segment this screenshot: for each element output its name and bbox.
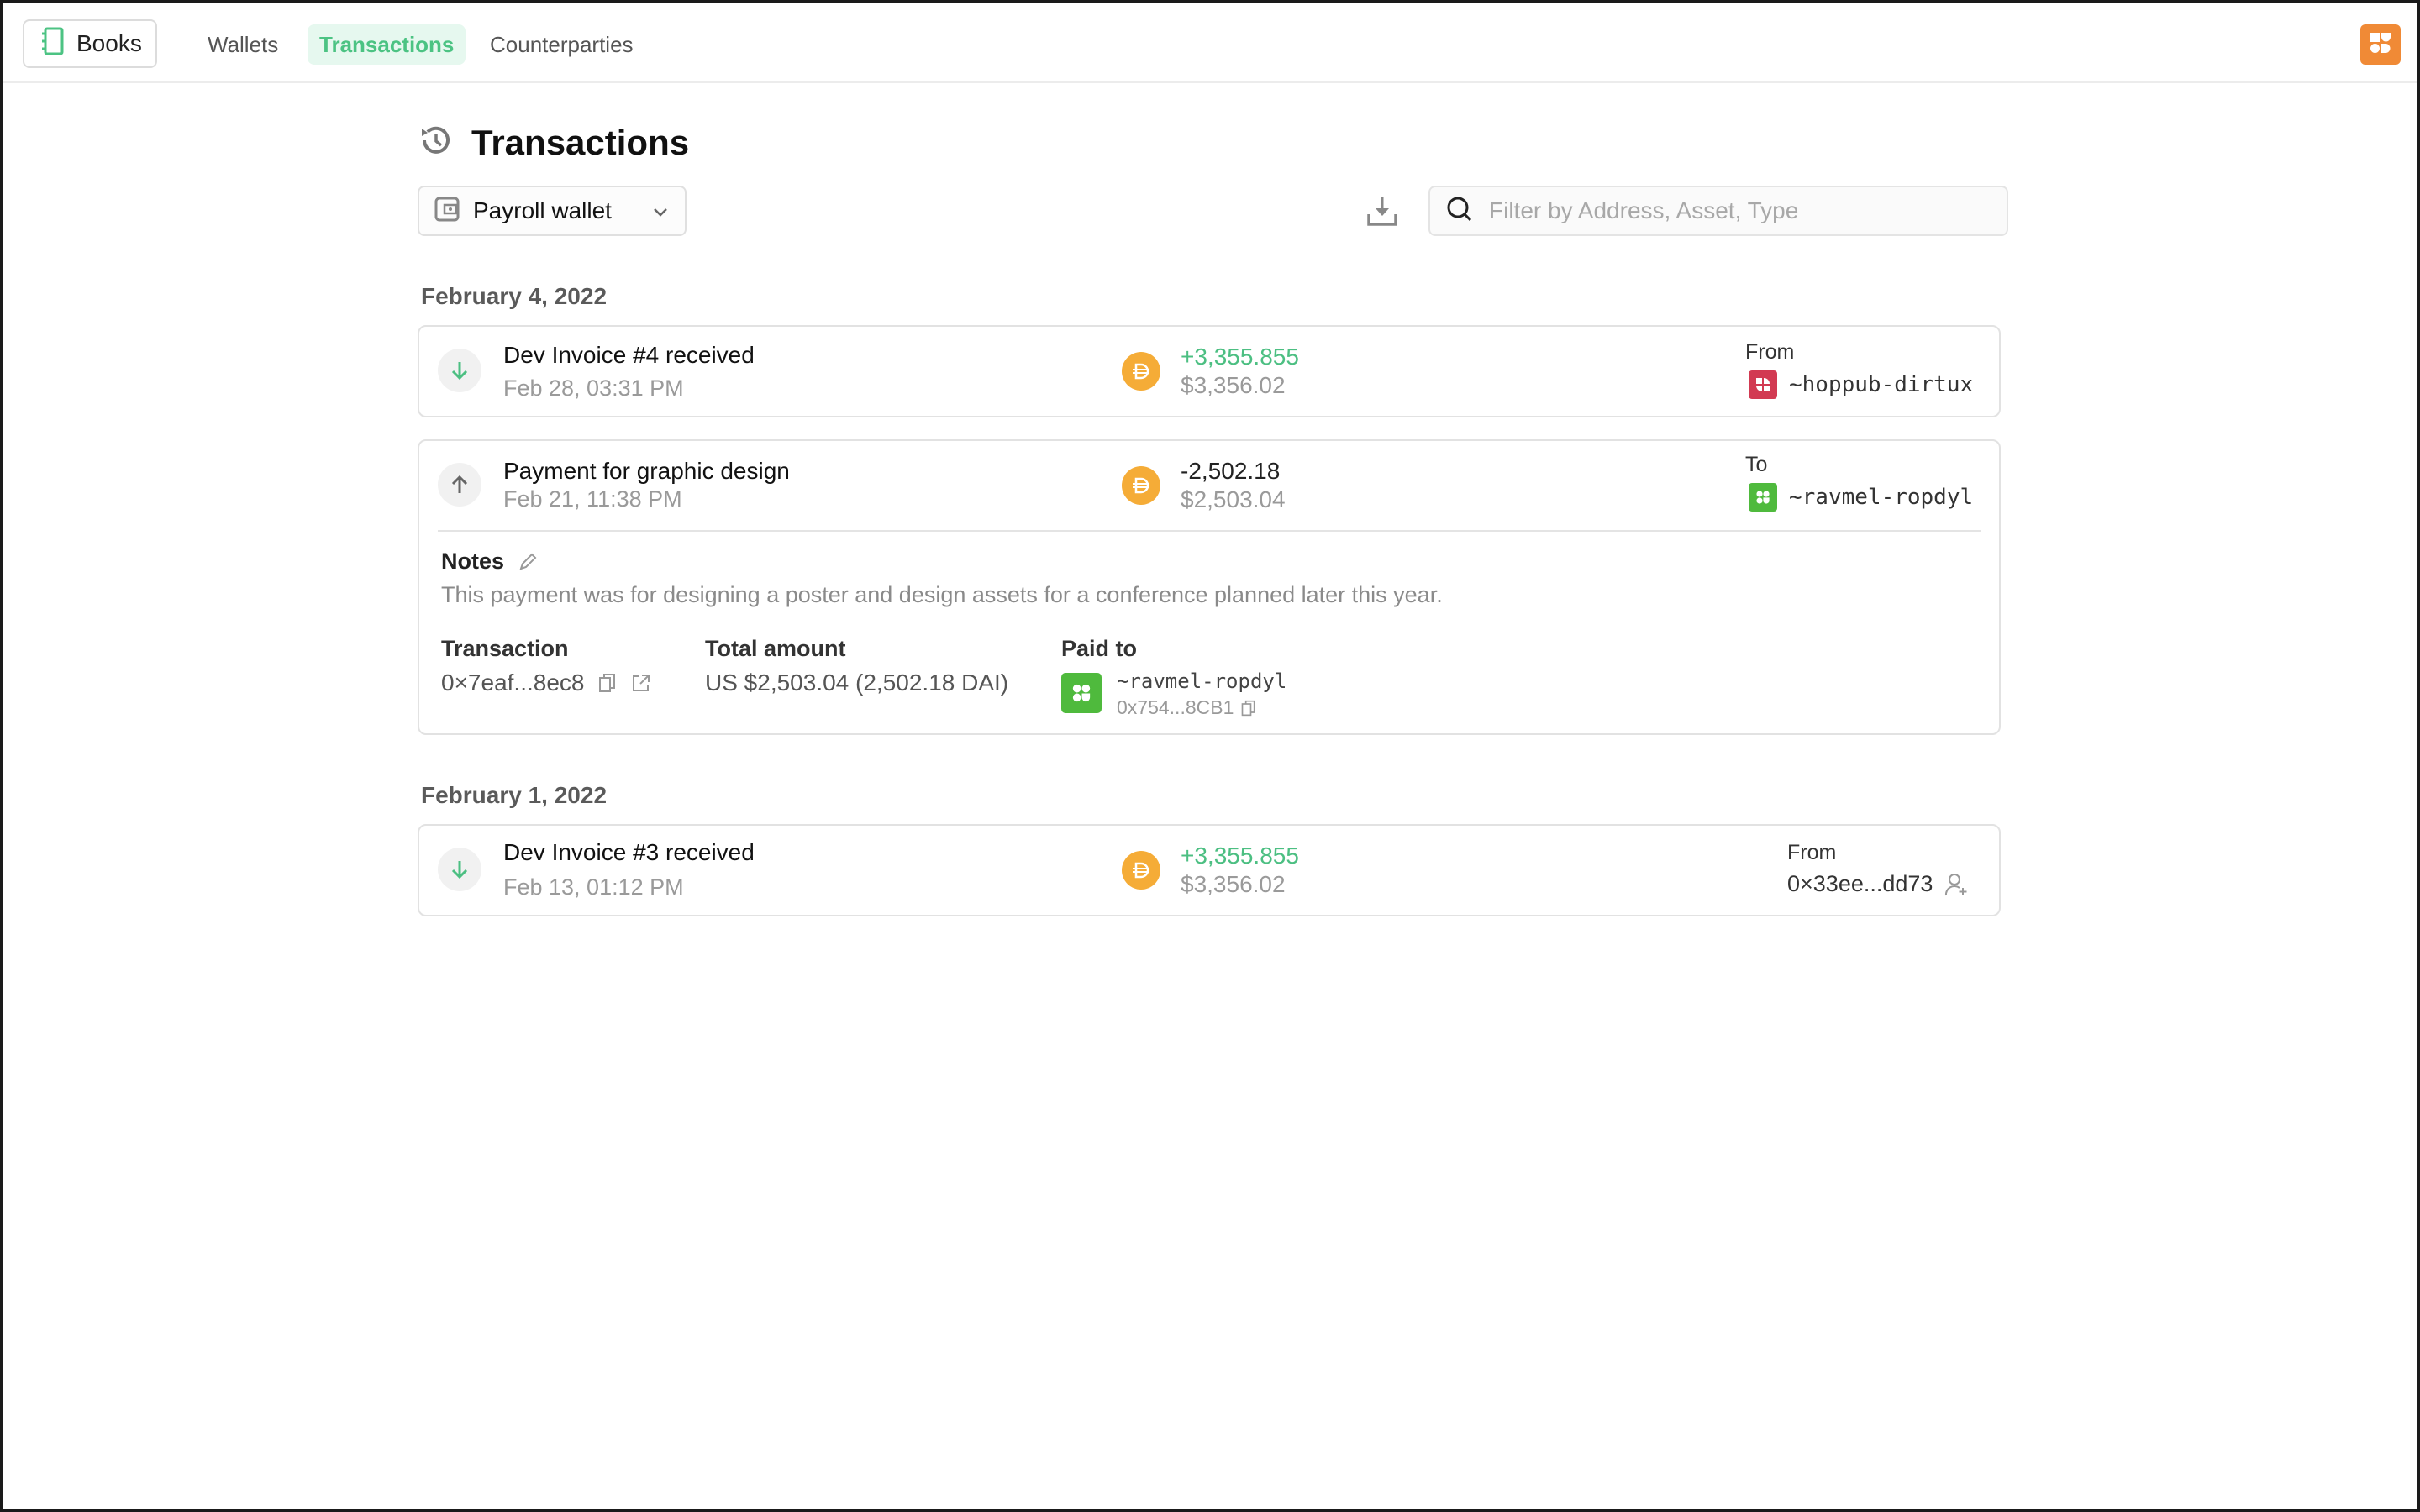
wallet-icon bbox=[434, 197, 460, 226]
pencil-icon bbox=[519, 553, 537, 570]
history-icon bbox=[418, 122, 455, 163]
counterparty-label: From bbox=[1745, 340, 1795, 364]
sigil-icon bbox=[1061, 673, 1102, 713]
counterparty-name: ~ravmel-ropdyl bbox=[1789, 485, 1974, 510]
transaction-hash-value: 0×7eaf...8ec8 bbox=[441, 669, 585, 696]
copy-icon bbox=[599, 674, 616, 692]
search-field[interactable] bbox=[1428, 186, 2008, 236]
books-label: Books bbox=[76, 30, 142, 56]
counterparty[interactable]: 0×33ee...dd73 bbox=[1787, 871, 1968, 897]
wallet-select-value: Payroll wallet bbox=[473, 197, 612, 223]
tab-transactions[interactable]: Transactions bbox=[308, 24, 466, 65]
download-button[interactable] bbox=[1365, 194, 1399, 228]
incoming-arrow-icon bbox=[438, 349, 481, 392]
copy-hash-button[interactable] bbox=[597, 672, 618, 694]
outgoing-arrow-icon bbox=[438, 463, 481, 507]
paid-to-name: ~ravmel-ropdyl bbox=[1117, 669, 1287, 693]
counterparty-label: From bbox=[1787, 841, 1837, 864]
notes-text: This payment was for designing a poster … bbox=[441, 582, 1443, 607]
transaction-date: Feb 28, 03:31 PM bbox=[503, 375, 684, 401]
chevron-down-icon bbox=[651, 202, 670, 225]
add-counterparty-button[interactable] bbox=[1944, 872, 1968, 897]
fiat-amount: $3,356.02 bbox=[1181, 372, 1286, 398]
transaction-row[interactable]: Dev Invoice #4 received Feb 28, 03:31 PM… bbox=[419, 327, 1999, 416]
counterparty[interactable]: ~ravmel-ropdyl bbox=[1749, 483, 1973, 512]
fiat-amount: $2,503.04 bbox=[1181, 486, 1286, 512]
copy-icon bbox=[1242, 700, 1255, 716]
divider bbox=[438, 530, 1981, 532]
page-header: Transactions bbox=[418, 122, 689, 163]
paid-to-address: 0x754...8CB1 bbox=[1117, 696, 1257, 719]
page-title: Transactions bbox=[471, 122, 690, 162]
search-icon bbox=[1445, 195, 1474, 228]
tab-counterparties[interactable]: Counterparties bbox=[478, 24, 645, 65]
crypto-amount: +3,355.855 bbox=[1181, 843, 1299, 869]
transaction-row[interactable]: Dev Invoice #3 received Feb 13, 01:12 PM… bbox=[419, 826, 1999, 915]
books-button[interactable]: Books bbox=[23, 19, 157, 68]
date-heading: February 4, 2022 bbox=[421, 283, 608, 309]
copy-address-button[interactable] bbox=[1240, 699, 1257, 717]
counterparty[interactable]: ~hoppub-dirtux bbox=[1749, 370, 1973, 399]
fiat-amount: $3,356.02 bbox=[1181, 871, 1286, 897]
transaction-card[interactable]: Dev Invoice #4 received Feb 28, 03:31 PM… bbox=[418, 325, 2001, 417]
crypto-amount: +3,355.855 bbox=[1181, 344, 1299, 370]
transaction-card-expanded[interactable]: Payment for graphic design Feb 21, 11:38… bbox=[418, 439, 2001, 735]
transaction-date: Feb 21, 11:38 PM bbox=[503, 486, 682, 512]
app-menu-button[interactable] bbox=[2360, 24, 2401, 65]
transaction-hash: 0×7eaf...8ec8 bbox=[441, 669, 651, 696]
transaction-card[interactable]: Dev Invoice #3 received Feb 13, 01:12 PM… bbox=[418, 824, 2001, 916]
paid-to-label: Paid to bbox=[1061, 636, 1138, 661]
sigil-icon bbox=[1749, 370, 1777, 399]
download-icon bbox=[1365, 197, 1399, 231]
transaction-label: Transaction bbox=[441, 636, 569, 661]
crypto-amount: -2,502.18 bbox=[1181, 458, 1281, 484]
total-amount-label: Total amount bbox=[705, 636, 846, 661]
edit-notes-button[interactable] bbox=[518, 552, 538, 572]
dai-icon bbox=[1122, 851, 1160, 890]
notes-label: Notes bbox=[441, 549, 505, 574]
transaction-row[interactable]: Payment for graphic design Feb 21, 11:38… bbox=[419, 441, 1999, 530]
search-input[interactable] bbox=[1489, 197, 1993, 224]
app-logo-icon bbox=[2370, 32, 2391, 58]
transaction-title: Dev Invoice #3 received bbox=[503, 839, 755, 865]
notes-heading: Notes bbox=[441, 549, 538, 575]
top-nav: Books Wallets Transactions Counterpartie… bbox=[3, 3, 2417, 83]
transaction-title: Payment for graphic design bbox=[503, 458, 790, 484]
dai-icon bbox=[1122, 352, 1160, 391]
dai-icon bbox=[1122, 466, 1160, 505]
counterparty-address: 0×33ee...dd73 bbox=[1787, 871, 1933, 896]
tab-wallets[interactable]: Wallets bbox=[196, 24, 290, 65]
counterparty-label: To bbox=[1745, 453, 1768, 476]
sigil-icon bbox=[1749, 483, 1777, 512]
counterparty-name: ~hoppub-dirtux bbox=[1789, 372, 1974, 397]
wallet-select[interactable]: Payroll wallet bbox=[418, 186, 687, 236]
open-explorer-button[interactable] bbox=[631, 673, 651, 693]
external-link-icon bbox=[633, 675, 650, 691]
paid-to-address-value: 0x754...8CB1 bbox=[1117, 696, 1234, 718]
total-amount-value: US $2,503.04 (2,502.18 DAI) bbox=[705, 669, 1009, 696]
add-user-icon bbox=[1945, 873, 1967, 895]
notebook-icon bbox=[39, 27, 65, 61]
transaction-date: Feb 13, 01:12 PM bbox=[503, 874, 684, 900]
date-heading: February 1, 2022 bbox=[421, 782, 608, 808]
transaction-title: Dev Invoice #4 received bbox=[503, 342, 755, 368]
incoming-arrow-icon bbox=[438, 848, 481, 891]
